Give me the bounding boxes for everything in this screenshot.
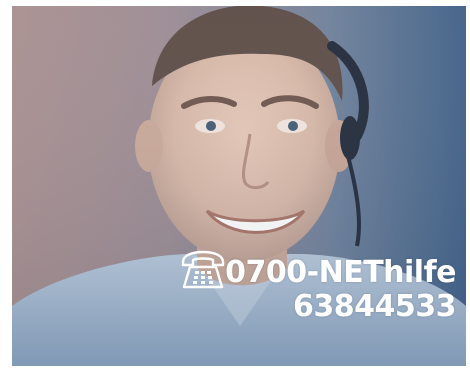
support-agent-photo: 0700-NEThilfe 63844533 — [12, 6, 466, 366]
telephone-icon — [180, 250, 226, 290]
image-frame: 0700-NEThilfe 63844533 — [0, 0, 470, 374]
hotline-digits: 63844533 — [293, 289, 457, 324]
hotline-name: 0700-NEThilfe — [225, 255, 456, 290]
